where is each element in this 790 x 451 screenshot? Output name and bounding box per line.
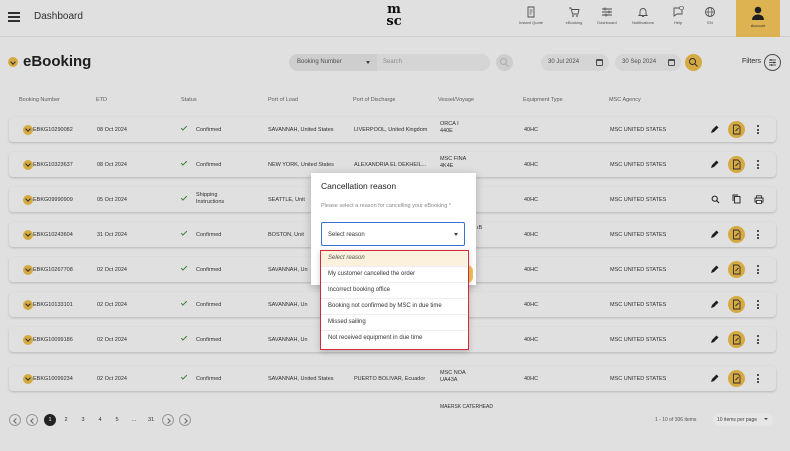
reason-option[interactable]: Booking not confirmed by MSC in due time <box>321 299 467 315</box>
reason-select[interactable]: Select reason <box>321 222 465 246</box>
dialog-description: Please select a reason for cancelling yo… <box>321 203 451 209</box>
page-button[interactable]: 5 <box>111 414 123 426</box>
first-page-button[interactable] <box>9 414 21 426</box>
page-button[interactable]: 2 <box>60 414 72 426</box>
reason-dropdown-list: Select reason My customer cancelled the … <box>320 250 469 350</box>
page-button[interactable]: 4 <box>94 414 106 426</box>
dialog-title: Cancellation reason <box>321 181 397 191</box>
page-ellipsis: ... <box>131 417 137 423</box>
reason-option[interactable]: My customer cancelled the order <box>321 267 467 283</box>
page-button[interactable]: 1 <box>44 414 56 426</box>
reason-option[interactable]: Incorrect booking office <box>321 283 467 299</box>
page-button[interactable]: 31 <box>145 414 157 426</box>
reason-option[interactable]: Select reason <box>321 251 467 267</box>
previous-page-button[interactable] <box>26 414 38 426</box>
pagination-info: 1 - 10 of 306 items <box>655 417 697 423</box>
next-page-button[interactable] <box>162 414 174 426</box>
reason-option[interactable]: Missed sailing <box>321 315 467 331</box>
reason-option[interactable]: Not received equipment in due time <box>321 331 467 347</box>
last-page-button[interactable] <box>179 414 191 426</box>
page-button[interactable]: 3 <box>77 414 89 426</box>
partial-vessel-fragment: ıB <box>477 225 483 231</box>
items-per-page-select[interactable]: 10 items per page <box>713 413 773 426</box>
